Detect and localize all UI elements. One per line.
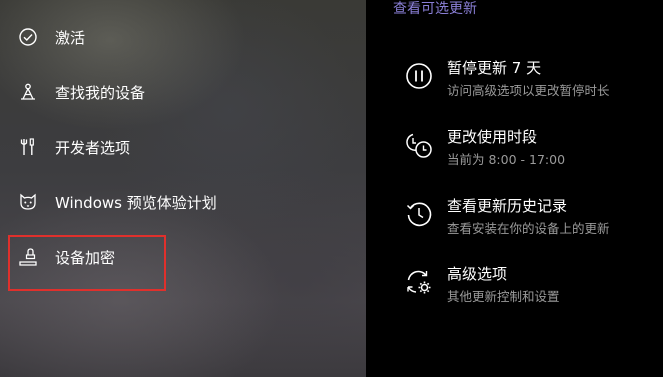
option-subtitle: 访问高级选项以更改暂停时长: [447, 83, 610, 98]
navigation-pane: 激活 查找我的设备 开发者选项 Windows 预览体验计划 设备加密: [0, 0, 366, 377]
highlight-box: [8, 235, 166, 291]
settings-window: 激活 查找我的设备 开发者选项 Windows 预览体验计划 设备加密 查看可选…: [0, 0, 663, 377]
option-subtitle: 查看安装在你的设备上的更新: [447, 221, 610, 236]
active-hours-option[interactable]: 更改使用时段 当前为 8:00 - 17:00: [366, 126, 663, 174]
advanced-options-icon: [404, 267, 434, 297]
option-subtitle: 其他更新控制和设置: [447, 289, 560, 304]
nav-item-developer-options[interactable]: 开发者选项: [0, 127, 366, 167]
option-subtitle: 当前为 8:00 - 17:00: [447, 152, 566, 167]
pause-updates-option[interactable]: 暂停更新 7 天 访问高级选项以更改暂停时长: [366, 57, 663, 105]
option-title: 查看更新历史记录: [447, 197, 568, 215]
nav-item-windows-insider[interactable]: Windows 预览体验计划: [0, 182, 366, 222]
option-title: 更改使用时段: [447, 128, 538, 146]
nav-item-label: 激活: [55, 28, 86, 47]
nav-item-label: 开发者选项: [55, 138, 131, 157]
nav-item-activation[interactable]: 激活: [0, 17, 366, 57]
option-title: 高级选项: [447, 265, 508, 283]
option-title: 暂停更新 7 天: [447, 59, 542, 77]
pause-icon: [404, 61, 434, 91]
developer-tools-icon: [18, 137, 38, 157]
update-history-option[interactable]: 查看更新历史记录 查看安装在你的设备上的更新: [366, 195, 663, 243]
windows-update-content: 查看可选更新 暂停更新 7 天 访问高级选项以更改暂停时长 更改使用时段 当前为…: [366, 0, 663, 377]
find-device-icon: [18, 82, 38, 102]
nav-item-label: Windows 预览体验计划: [55, 193, 217, 212]
nav-item-find-my-device[interactable]: 查找我的设备: [0, 72, 366, 112]
view-optional-updates-link[interactable]: 查看可选更新: [393, 0, 477, 18]
check-circle-icon: [18, 27, 38, 47]
active-hours-icon: [404, 130, 434, 160]
nav-item-label: 查找我的设备: [55, 83, 146, 102]
insider-cat-icon: [18, 192, 38, 212]
advanced-options-option[interactable]: 高级选项 其他更新控制和设置: [366, 263, 663, 311]
history-icon: [404, 199, 434, 229]
